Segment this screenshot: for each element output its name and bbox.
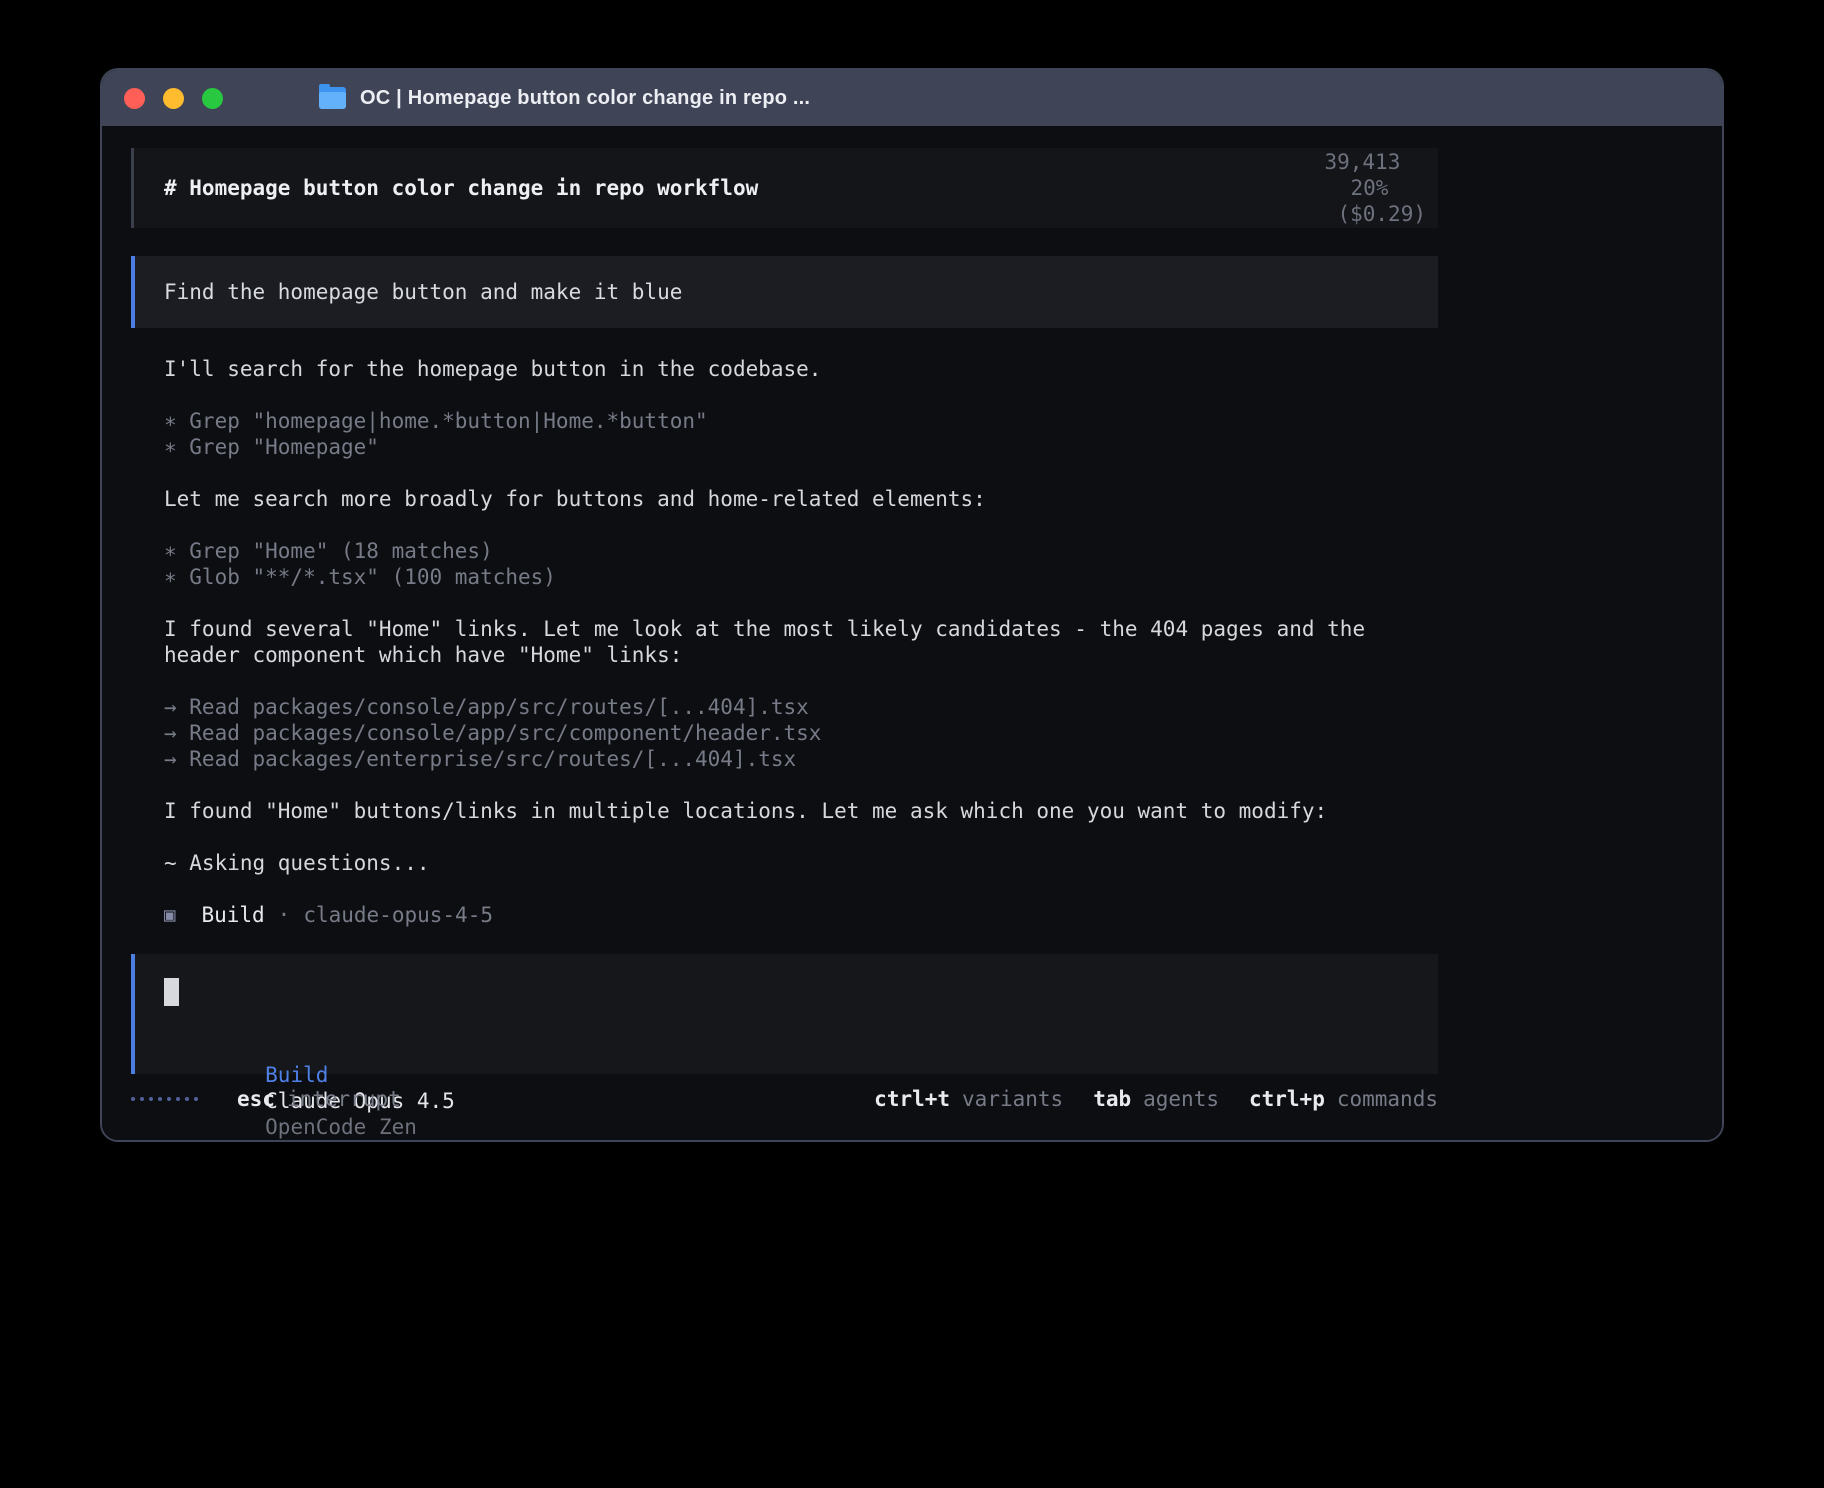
agent-status-line: ▣ Build · claude-opus-4-5 — [164, 902, 1722, 928]
agent-icon: ▣ — [164, 902, 175, 928]
folder-icon — [319, 87, 346, 109]
user-message-text: Find the homepage button and make it blu… — [164, 279, 682, 305]
model-selector-line: Build Claude Opus 4.5 OpenCode Zen — [164, 1036, 1438, 1062]
agent-model: claude-opus-4-5 — [303, 902, 493, 928]
tool-call-glob: ∗ Glob "**/*.tsx" (100 matches) — [164, 564, 1722, 590]
token-count: 39,413 — [1324, 150, 1400, 174]
assistant-text: I found "Home" buttons/links in multiple… — [164, 798, 1722, 824]
prompt-input[interactable]: Build Claude Opus 4.5 OpenCode Zen — [131, 954, 1438, 1074]
tool-call-grep: ∗ Grep "homepage|home.*button|Home.*butt… — [164, 408, 1722, 434]
shortcut-agents: tab agents — [1093, 1086, 1219, 1112]
user-message: Find the homepage button and make it blu… — [131, 256, 1438, 328]
assistant-text: I found several "Home" links. Let me loo… — [164, 616, 1722, 642]
traffic-lights — [124, 88, 223, 109]
titlebar-title-group: OC | Homepage button color change in rep… — [319, 87, 810, 110]
status-bar: esc interrupt ctrl+t variants tab agents… — [131, 1086, 1438, 1112]
tool-call-read: → Read packages/console/app/src/componen… — [164, 720, 1722, 746]
shortcut-commands: ctrl+p commands — [1249, 1086, 1438, 1112]
agent-separator: · — [278, 902, 291, 928]
tab-key: tab — [1093, 1086, 1131, 1112]
tool-call-grep: ∗ Grep "Home" (18 matches) — [164, 538, 1722, 564]
spinner-dots — [131, 1097, 198, 1101]
esc-key: esc — [237, 1086, 275, 1112]
session-title: # Homepage button color change in repo w… — [164, 175, 758, 201]
session-cost: ($0.29) — [1337, 202, 1426, 226]
close-button[interactable] — [124, 88, 145, 109]
window-title: OC | Homepage button color change in rep… — [360, 87, 810, 110]
terminal-content: # Homepage button color change in repo w… — [102, 126, 1722, 1140]
agent-name: Build — [201, 902, 264, 928]
agent-mode-label: Build — [265, 1063, 328, 1087]
window-titlebar[interactable]: OC | Homepage button color change in rep… — [102, 70, 1722, 126]
assistant-text: header component which have "Home" links… — [164, 642, 1722, 668]
session-header: # Homepage button color change in repo w… — [131, 148, 1438, 228]
tool-call-read: → Read packages/console/app/src/routes/[… — [164, 694, 1722, 720]
terminal-window: OC | Homepage button color change in rep… — [100, 68, 1724, 1142]
assistant-text: I'll search for the homepage button in t… — [164, 356, 1722, 382]
ctrl-t-key: ctrl+t — [874, 1086, 950, 1112]
text-cursor — [164, 978, 179, 1006]
esc-label: interrupt — [287, 1086, 401, 1112]
shortcut-variants: ctrl+t variants — [874, 1086, 1063, 1112]
session-stats: 39,413 20% ($0.29) — [1223, 123, 1426, 253]
context-percent: 20% — [1350, 176, 1388, 200]
status-left: esc interrupt — [131, 1086, 401, 1112]
assistant-transcript: I'll search for the homepage button in t… — [131, 356, 1722, 928]
minimize-button[interactable] — [163, 88, 184, 109]
tool-call-read: → Read packages/enterprise/src/routes/[.… — [164, 746, 1722, 772]
assistant-text: Let me search more broadly for buttons a… — [164, 486, 1722, 512]
provider-name: OpenCode Zen — [265, 1115, 417, 1139]
ctrl-p-key: ctrl+p — [1249, 1086, 1325, 1112]
status-right: ctrl+t variants tab agents ctrl+p comman… — [874, 1086, 1438, 1112]
assistant-status-text: ~ Asking questions... — [164, 850, 1722, 876]
tool-call-grep: ∗ Grep "Homepage" — [164, 434, 1722, 460]
zoom-button[interactable] — [202, 88, 223, 109]
